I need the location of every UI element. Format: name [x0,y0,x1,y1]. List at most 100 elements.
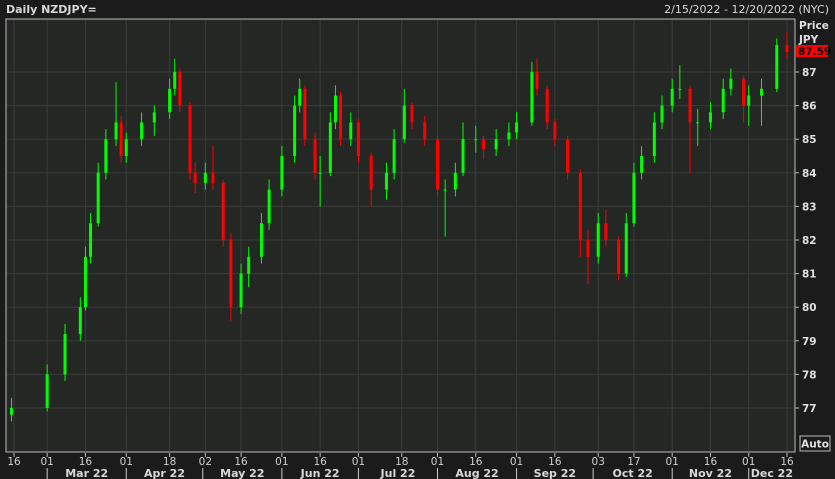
y-axis: 77 78 79 80 81 82 83 84 85 86 87 [795,67,817,415]
candle [435,135,439,197]
candle-body [349,122,353,140]
candle-body [566,139,570,173]
candle-body [96,172,100,224]
candle-body [168,88,172,113]
candle-body [119,122,123,156]
candle-body [259,223,263,257]
candle-body [696,122,700,124]
month-label: Mar 22 [65,467,108,479]
x-tick-label: 03 [592,456,605,468]
candle-body [313,139,317,173]
candle-body [721,88,725,113]
price-label: Price [799,20,829,32]
candle-body [173,72,177,89]
candle-body [640,156,644,173]
y-tick-label: 77 [802,403,817,415]
month-label: Nov 22 [689,467,732,479]
candle-body [384,172,388,190]
x-tick-label: 01 [510,456,523,468]
chart-title: Daily NZDJPY= [6,3,97,16]
candle-body [211,172,215,183]
x-tick-label: 01 [120,456,133,468]
candle-body [114,122,118,140]
candle-body [474,139,478,141]
candle-body [481,139,485,150]
candle-body [410,105,414,123]
y-tick-label: 87 [802,67,817,79]
candle-body [461,139,465,173]
candle-body [392,139,396,173]
candle [303,85,307,146]
candle-body [515,122,519,133]
date-range: 2/15/2022 - 12/20/2022 (NYC) [664,3,829,16]
candle-body [124,139,128,156]
candle-body [660,105,664,123]
candle-body [333,95,337,123]
y-tick-label: 78 [802,369,817,381]
y-tick-label: 81 [802,269,817,281]
candle-body [530,72,534,123]
auto-button[interactable]: Auto [799,435,831,452]
plot-area[interactable] [5,18,796,453]
currency-label: JPY [798,34,819,46]
month-label: Dec 22 [751,467,793,479]
candle-body [617,240,621,274]
candle-body [280,156,284,190]
candle-body [586,240,590,257]
candle-body [328,122,332,173]
y-tick-label: 83 [802,201,817,213]
candle-body [293,105,297,156]
candle-body [188,105,192,173]
candle-body [83,256,87,308]
candle [339,92,343,146]
candle-body [152,112,156,123]
candle-body [423,122,427,140]
candle-body [775,45,779,89]
month-label: Aug 22 [455,467,498,479]
candle-body [221,182,225,240]
month-label: Apr 22 [144,467,185,479]
candle-body [443,189,447,191]
candle-body [63,334,67,375]
candle [313,132,317,180]
x-tick-label: 16 [7,456,21,468]
candle-body [9,408,13,415]
candle-body [759,88,763,96]
candle-body [453,172,457,190]
y-tick-label: 85 [802,134,817,146]
month-label: May 22 [220,467,264,479]
candle [221,179,225,247]
y-tick-label: 79 [802,336,817,348]
candlestick-chart: Daily NZDJPY= 2/15/2022 - 12/20/2022 (NY… [5,3,831,479]
candle-body [435,139,439,190]
x-tick-label: 02 [199,456,212,468]
candle [119,115,123,163]
candle [293,95,297,163]
candle-body [339,95,343,140]
candle-body [596,223,600,257]
candle-body [178,72,182,106]
candle-body [604,223,608,240]
x-tick-label: 01 [40,456,53,468]
candle [188,102,192,180]
last-price-value: 87.59 [798,46,831,58]
candle-body [578,172,582,240]
candle-body [507,132,511,140]
candle-body [545,88,549,123]
candle-body [318,172,322,174]
candle-body [247,256,251,274]
candle [775,38,779,93]
candle-body [553,122,557,140]
y-tick-label: 86 [802,101,817,113]
candle-body [267,189,271,224]
x-axis: 16 01 16 01 18 02 16 01 16 01 18 01 16 01 16 03 17 01 16 01… [7,453,794,479]
x-tick-label: 01 [431,456,444,468]
x-tick-label: 01 [666,456,679,468]
candle-body [535,72,539,89]
candle-body [624,223,628,274]
y-tick-label: 80 [802,302,817,314]
candle-body [239,273,243,308]
candle-body [140,122,144,140]
x-tick-label: 01 [275,456,288,468]
candle-body [747,95,751,106]
